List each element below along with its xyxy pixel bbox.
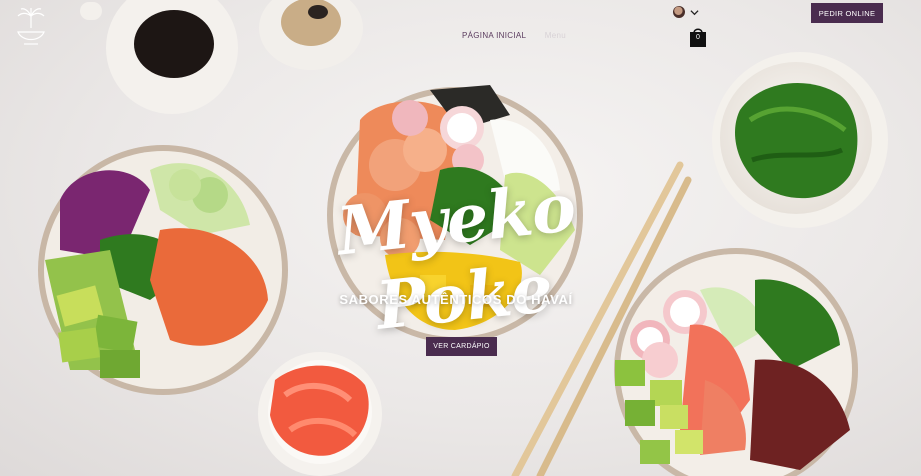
user-menu[interactable] bbox=[673, 6, 699, 18]
hero-tagline: SABORES AUTÊNTICOS DO HAVAÍ bbox=[339, 292, 573, 307]
left-poke-bowl bbox=[38, 145, 288, 395]
seaweed-bowl bbox=[712, 52, 888, 228]
palm-logo-icon[interactable] bbox=[14, 6, 48, 50]
cart-button[interactable]: 0 bbox=[689, 26, 707, 48]
cart-count: 0 bbox=[696, 34, 700, 41]
ginger-bowl bbox=[258, 352, 382, 476]
view-menu-button[interactable]: VER CARDÁPIO bbox=[426, 337, 497, 356]
avatar[interactable] bbox=[673, 6, 685, 18]
hero-section: PÁGINA INICIAL Menu 0 PEDIR ONLINE Myeko… bbox=[0, 0, 921, 476]
order-online-button[interactable]: PEDIR ONLINE bbox=[811, 3, 883, 23]
soy-sauce-pitcher bbox=[80, 0, 238, 114]
sesame-bowl bbox=[259, 0, 363, 70]
nav-item-menu[interactable]: Menu bbox=[545, 31, 566, 40]
chevron-down-icon[interactable] bbox=[690, 8, 699, 17]
main-nav: PÁGINA INICIAL Menu bbox=[462, 31, 582, 40]
nav-item-home[interactable]: PÁGINA INICIAL bbox=[462, 31, 526, 40]
